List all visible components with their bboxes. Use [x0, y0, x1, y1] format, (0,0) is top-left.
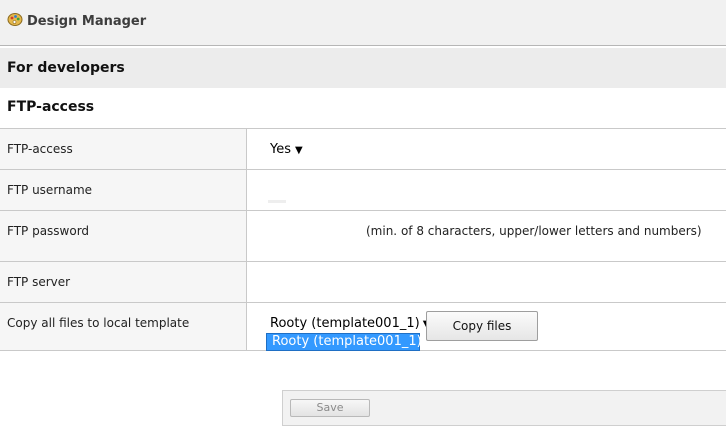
ftp-access-label: FTP-access [7, 142, 73, 156]
save-button[interactable]: Save [290, 399, 370, 417]
title-bar: Design Manager [0, 0, 726, 46]
save-bar: Save [282, 390, 726, 426]
template-option-highlighted[interactable]: Rooty (template001_1) [266, 333, 422, 351]
palette-icon [7, 13, 23, 26]
ftp-access-select[interactable]: Yes ▼ [270, 142, 303, 157]
ftp-username-row: FTP username [0, 170, 726, 211]
ftp-server-input[interactable] [248, 262, 726, 302]
subsection-title: FTP-access [7, 99, 95, 115]
template-select[interactable]: Rooty (template001_1)▼ [270, 316, 430, 331]
copy-files-label: Copy all files to local template [7, 316, 190, 330]
ftp-access-value: Yes [270, 142, 291, 157]
copy-files-button[interactable]: Copy files [426, 311, 538, 341]
ftp-access-row: FTP-access Yes ▼ [0, 129, 726, 170]
design-manager-page: Design Manager For developers FTP-access… [0, 0, 726, 432]
ftp-password-hint: (min. of 8 characters, upper/lower lette… [366, 224, 702, 238]
section-header: For developers [0, 48, 726, 88]
ftp-form-table: FTP-access Yes ▼ FTP username FTP passwor… [0, 128, 726, 351]
ftp-username-input[interactable] [268, 200, 286, 203]
section-title: For developers [7, 60, 125, 76]
app-title: Design Manager [27, 14, 147, 29]
ftp-server-label: FTP server [7, 275, 71, 289]
template-select-value: Rooty (template001_1) [270, 316, 420, 331]
ftp-password-row: FTP password (min. of 8 characters, uppe… [0, 211, 726, 262]
ftp-password-label: FTP password [7, 224, 90, 238]
ftp-server-row: FTP server [0, 262, 726, 303]
dropdown-arrow-icon: ▼ [295, 145, 303, 156]
ftp-username-label: FTP username [7, 183, 93, 197]
